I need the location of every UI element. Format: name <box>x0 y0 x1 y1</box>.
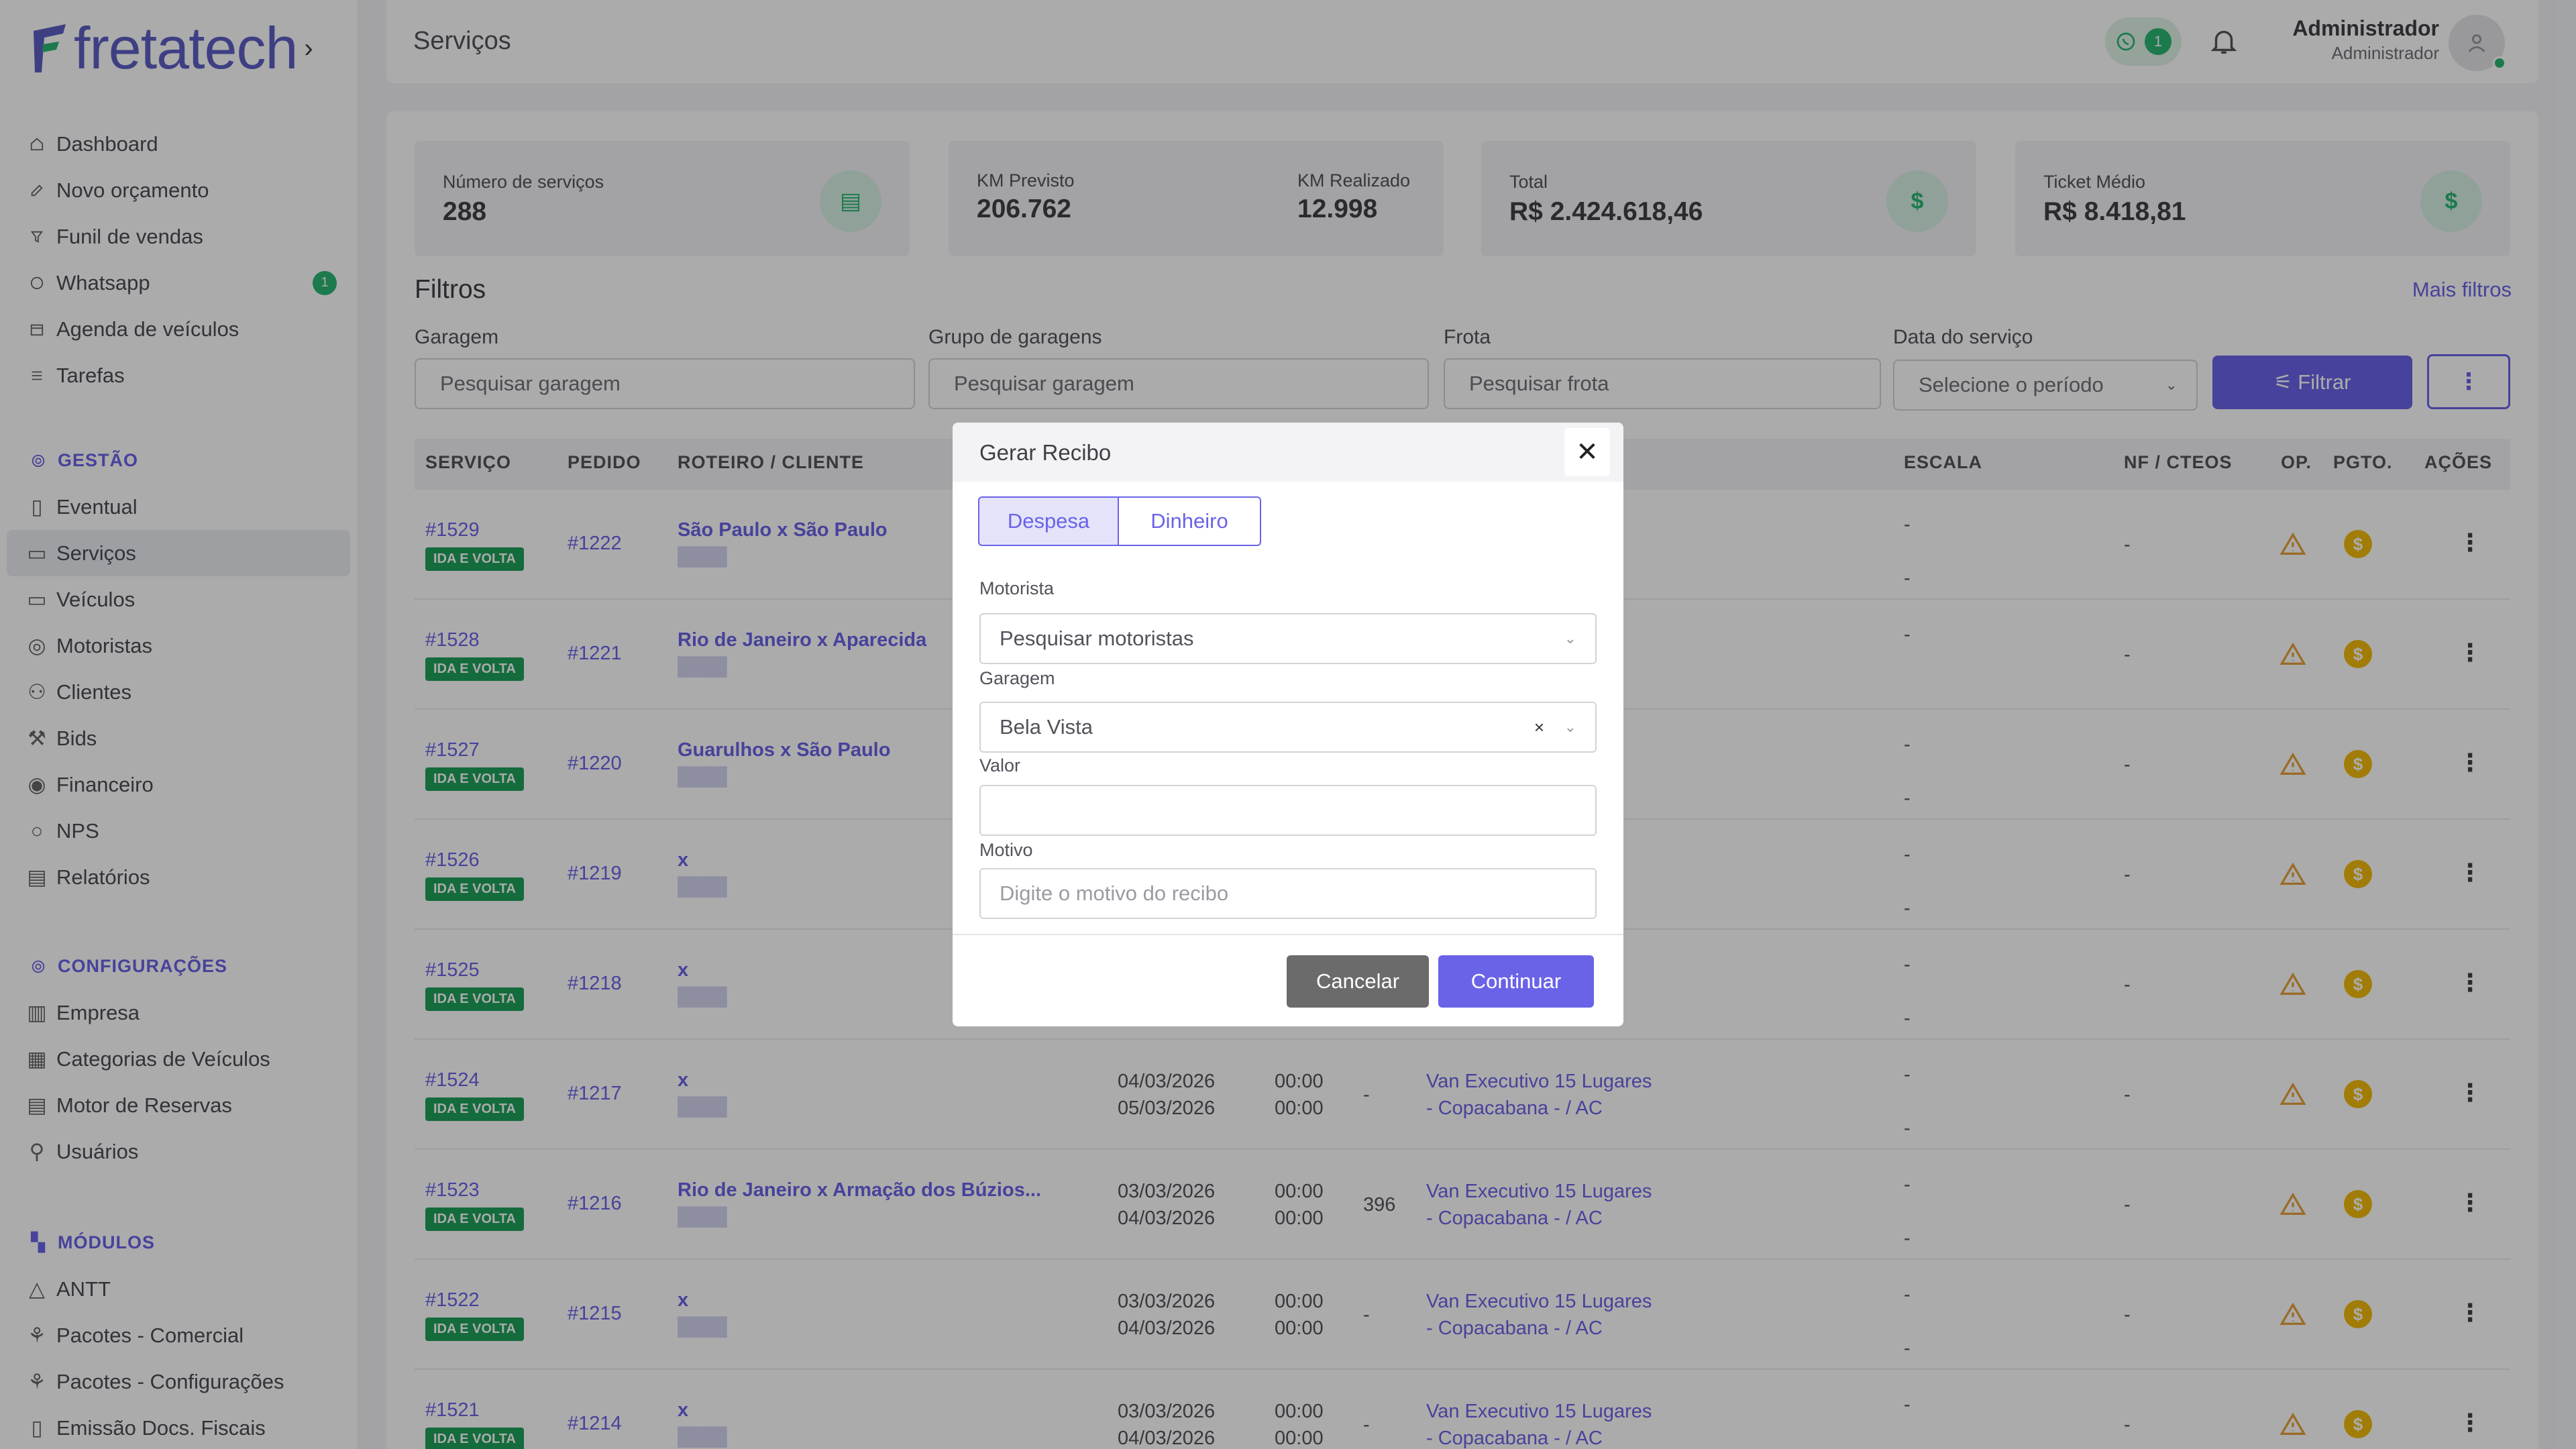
garagem-select[interactable]: Bela Vista × ⌄ <box>979 702 1597 753</box>
valor-label: Valor <box>979 755 1021 775</box>
continue-button[interactable]: Continuar <box>1438 955 1594 1008</box>
clear-icon[interactable]: × <box>1534 717 1544 738</box>
modal-footer-divider <box>953 934 1623 935</box>
chevron-down-icon: ⌄ <box>1564 718 1576 735</box>
tab-despesa[interactable]: Despesa <box>978 496 1119 546</box>
close-button[interactable]: ✕ <box>1564 428 1610 476</box>
gerar-recibo-modal: Gerar Recibo ✕ Despesa Dinheiro Motorist… <box>953 423 1623 1026</box>
cancel-button[interactable]: Cancelar <box>1287 955 1429 1008</box>
valor-input[interactable] <box>979 785 1597 836</box>
motivo-input[interactable]: Digite o motivo do recibo <box>979 868 1597 919</box>
motorista-label: Motorista <box>979 578 1055 598</box>
chevron-down-icon: ⌄ <box>1564 630 1576 647</box>
modal-title: Gerar Recibo <box>979 440 1112 465</box>
close-icon: ✕ <box>1576 437 1599 467</box>
tab-dinheiro[interactable]: Dinheiro <box>1118 496 1261 546</box>
motorista-select[interactable]: Pesquisar motoristas ⌄ <box>979 613 1597 664</box>
garagem-label: Garagem <box>979 668 1055 688</box>
modal-header: Gerar Recibo ✕ <box>953 423 1623 482</box>
motivo-label: Motivo <box>979 840 1033 860</box>
